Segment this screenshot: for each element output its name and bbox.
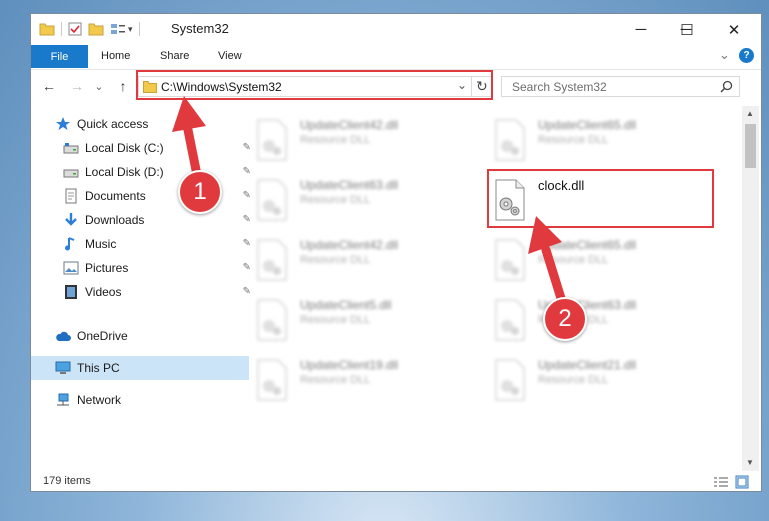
ribbon-tabs: File Home Share View ⌄ ? <box>31 45 761 69</box>
sidebar-item-label: Documents <box>85 189 146 203</box>
file-name: UpdateClient42.dll <box>300 118 399 132</box>
sidebar-item-label: Downloads <box>85 213 145 227</box>
dll-file-icon <box>257 359 287 401</box>
sidebar-item-label: Local Disk (C:) <box>85 141 164 155</box>
file-name: UpdateClient5.dll <box>300 298 392 312</box>
customize-icon[interactable] <box>110 22 126 36</box>
step-1-badge: 1 <box>178 170 222 214</box>
vertical-scrollbar[interactable]: ▲ ▼ <box>742 106 759 471</box>
dll-file-icon <box>257 119 287 161</box>
dll-file-icon <box>257 179 287 221</box>
dll-file-icon <box>257 239 287 281</box>
drive-icon <box>63 169 79 178</box>
scroll-down-icon[interactable]: ▼ <box>746 458 754 467</box>
minimize-button-glyph[interactable]: ─ <box>618 14 664 45</box>
close-button[interactable]: ✕ <box>711 14 757 45</box>
sidebar-item-network[interactable]: Network <box>31 388 249 412</box>
file-item[interactable]: UpdateClient19.dll Resource DLL <box>254 358 484 408</box>
sidebar-item-label: OneDrive <box>77 329 128 343</box>
sidebar-item-music[interactable]: Music ✎ <box>31 232 257 256</box>
search-box[interactable]: Search System32 <box>501 76 740 97</box>
file-type: Resource DLL <box>300 374 371 386</box>
sidebar-item-label: This PC <box>77 361 120 375</box>
sidebar-item-label: Pictures <box>85 261 129 275</box>
sidebar-item-label: Local Disk (D:) <box>85 165 164 179</box>
dll-file-icon <box>495 119 525 161</box>
back-button[interactable]: ← <box>39 76 59 96</box>
expand-ribbon-icon[interactable]: ⌄ <box>719 47 730 63</box>
sidebar-item-videos[interactable]: Videos ✎ <box>31 280 257 304</box>
download-icon <box>65 213 77 226</box>
large-icons-view-icon[interactable] <box>735 475 749 489</box>
videos-icon <box>65 285 77 299</box>
tab-share[interactable]: Share <box>160 50 189 62</box>
file-type: Resource DLL <box>300 314 371 326</box>
new-folder-icon[interactable] <box>88 22 104 36</box>
file-item[interactable]: UpdateClient65.dll Resource DLL <box>492 118 722 168</box>
quick-access-toolbar: ▾ <box>39 20 146 38</box>
dll-file-icon <box>495 359 525 401</box>
item-count: 179 items <box>43 475 91 487</box>
maximize-button[interactable]: ☐ <box>664 14 710 45</box>
up-button[interactable]: ↑ <box>113 76 133 96</box>
file-name: UpdateClient19.dll <box>300 358 399 372</box>
file-name: UpdateClient63.dll <box>300 178 399 192</box>
sidebar-item-this-pc[interactable]: This PC <box>31 356 249 380</box>
search-icon <box>720 80 733 93</box>
forward-button[interactable]: → <box>67 76 87 96</box>
file-item[interactable]: UpdateClient42.dll Resource DLL <box>254 238 484 288</box>
sidebar-item-pictures[interactable]: Pictures ✎ <box>31 256 257 280</box>
maximize-icon: ☐ <box>680 21 694 39</box>
scrollbar-thumb[interactable] <box>745 124 756 168</box>
cloud-icon <box>56 331 71 341</box>
computer-icon <box>55 361 71 374</box>
tab-home[interactable]: Home <box>101 50 130 62</box>
pictures-icon <box>63 261 79 275</box>
network-icon <box>57 393 69 406</box>
minimize-icon: ─ <box>635 21 647 38</box>
recent-locations-button[interactable]: ⌄ <box>89 76 109 96</box>
tab-file[interactable]: File <box>31 45 88 68</box>
file-type: Resource DLL <box>300 194 371 206</box>
file-item[interactable]: UpdateClient42.dll Resource DLL <box>254 118 484 168</box>
folder-icon[interactable] <box>39 22 55 36</box>
sidebar-item-onedrive[interactable]: OneDrive <box>31 324 249 348</box>
tab-view[interactable]: View <box>218 50 242 62</box>
file-name: UpdateClient65.dll <box>538 118 637 132</box>
sidebar-item-label: Quick access <box>77 117 149 131</box>
toolbar-divider <box>138 22 140 36</box>
file-name: UpdateClient42.dll <box>300 238 399 252</box>
file-name: UpdateClient21.dll <box>538 358 637 372</box>
star-icon <box>56 117 70 130</box>
file-type: Resource DLL <box>300 254 371 266</box>
status-bar: 179 items <box>31 472 761 491</box>
toolbar-divider <box>61 22 62 36</box>
sidebar-item-downloads[interactable]: Downloads ✎ <box>31 208 257 232</box>
file-type: Resource DLL <box>538 374 609 386</box>
drive-icon <box>63 143 79 154</box>
chevron-down-icon[interactable]: ▾ <box>128 24 133 35</box>
file-item[interactable]: UpdateClient5.dll Resource DLL <box>254 298 484 348</box>
scroll-up-icon[interactable]: ▲ <box>746 109 754 118</box>
properties-icon[interactable] <box>68 22 82 36</box>
sidebar-item-label: Network <box>77 393 122 407</box>
file-item[interactable]: UpdateClient21.dll Resource DLL <box>492 358 722 408</box>
close-icon: ✕ <box>727 21 741 39</box>
window-title: System32 <box>171 21 229 36</box>
step-2-badge: 2 <box>543 297 587 341</box>
sidebar-item-label: Music <box>85 237 117 251</box>
file-type: Resource DLL <box>538 134 609 146</box>
dll-file-icon <box>257 299 287 341</box>
help-icon[interactable]: ? <box>739 48 754 63</box>
file-item[interactable]: UpdateClient63.dll Resource DLL <box>254 178 484 228</box>
file-list: UpdateClient42.dll Resource DLL UpdateCl… <box>226 106 742 456</box>
music-icon <box>65 237 75 251</box>
sidebar-item-label: Videos <box>85 285 122 299</box>
file-type: Resource DLL <box>300 134 371 146</box>
details-view-icon[interactable] <box>713 476 729 488</box>
documents-icon <box>65 188 77 204</box>
search-input[interactable]: Search System32 <box>512 80 607 94</box>
